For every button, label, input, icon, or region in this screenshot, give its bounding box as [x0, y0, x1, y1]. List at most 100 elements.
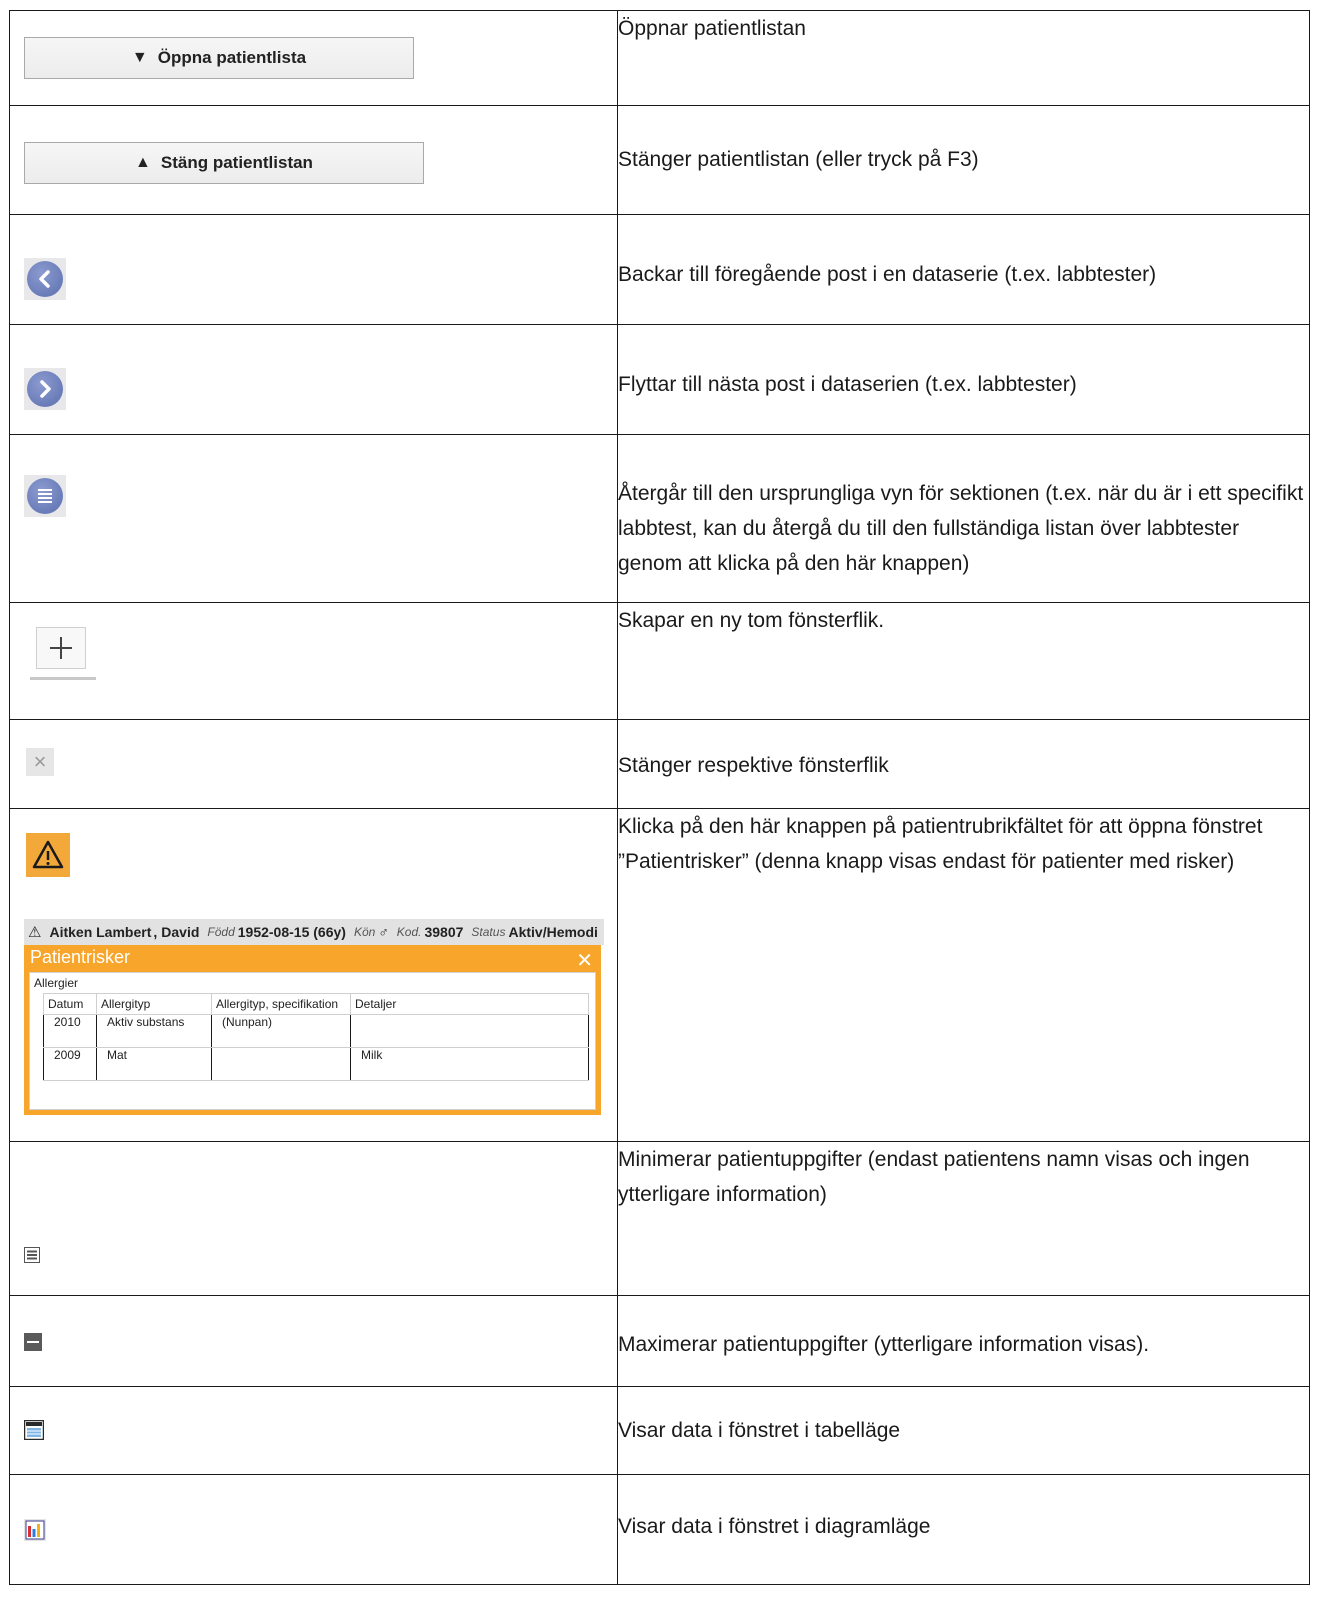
cell: (Nunpan) [211, 1014, 351, 1048]
table-row[interactable]: 2009 Mat Milk [43, 1047, 589, 1081]
column-header[interactable]: Datum [43, 993, 97, 1015]
description-cell: Minimerar patientuppgifter (endast patie… [617, 1141, 1310, 1296]
code-label: Kod. [396, 925, 422, 939]
description-text: Minimerar patientuppgifter (endast patie… [618, 1148, 1250, 1206]
close-tab-button[interactable]: × [26, 748, 54, 776]
born-value: 1952-08-15 (66y) [237, 924, 346, 940]
maximize-dash-icon[interactable] [24, 1333, 42, 1351]
icon-cell [9, 1474, 618, 1585]
back-to-list-button[interactable] [24, 475, 66, 517]
description-cell: Maximerar patientuppgifter (ytterligare … [617, 1295, 1310, 1387]
patient-risks-window: Patientrisker ✕ Allergier Datum Allergit… [24, 945, 601, 1115]
column-header[interactable]: Detaljer [350, 993, 589, 1015]
status-value: Aktiv/Hemodi [508, 924, 598, 940]
description-cell: Skapar en ny tom fönsterflik. [617, 602, 1310, 720]
table-row: Skapar en ny tom fönsterflik. [9, 602, 1310, 720]
table-row: Visar data i fönstret i tabelläge [9, 1386, 1310, 1475]
table-row: Flyttar till nästa post i dataserien (t.… [9, 324, 1310, 435]
patient-header-bar: ⚠ Aitken Lambert , David Född 1952-08-15… [24, 919, 604, 945]
icon-cell [9, 1295, 618, 1387]
chart-view-icon[interactable] [24, 1519, 46, 1541]
column-header[interactable]: Allergityp [96, 993, 212, 1015]
table-view-icon[interactable] [24, 1420, 44, 1440]
column-header[interactable]: Allergityp, specifikation [211, 993, 351, 1015]
patient-risks-button[interactable] [26, 833, 70, 877]
table-row: ▲ Stäng patientlistan Stänger patientlis… [9, 105, 1310, 215]
close-icon[interactable]: ✕ [576, 948, 593, 973]
minimize-lines-icon[interactable] [24, 1247, 40, 1263]
table-row: × Stänger respektive fönsterflik [9, 719, 1310, 809]
arrow-left-circle-icon [39, 270, 50, 288]
cell: Aktiv substans [96, 1014, 212, 1048]
section-label: Allergier [34, 976, 79, 990]
icon-cell: ▼ Öppna patientlista [9, 10, 618, 106]
sex-label: Kön [353, 925, 376, 939]
description-cell: Klicka på den här knappen på patientrubr… [617, 808, 1310, 1142]
new-tab-button[interactable] [36, 627, 86, 669]
table-row: Minimerar patientuppgifter (endast patie… [9, 1141, 1310, 1296]
description-text: Visar data i fönstret i diagramläge [618, 1515, 931, 1538]
table-row: Återgår till den ursprungliga vyn för se… [9, 434, 1310, 603]
close-x-icon: × [33, 749, 47, 774]
tab-underline [30, 677, 96, 680]
icon-cell [9, 214, 618, 325]
table-row: Maximerar patientuppgifter (ytterligare … [9, 1295, 1310, 1387]
cell [350, 1014, 589, 1048]
description-text: Öppnar patientlistan [618, 17, 806, 40]
status-label: Status [471, 925, 506, 939]
table-row: ▼ Öppna patientlista Öppnar patientlista… [9, 10, 1310, 106]
arrow-right-circle-icon [40, 380, 51, 398]
description-cell: Flyttar till nästa post i dataserien (t.… [617, 324, 1310, 435]
description-cell: Återgår till den ursprungliga vyn för se… [617, 434, 1310, 603]
description-cell: Backar till föregående post i en dataser… [617, 214, 1310, 325]
cell [211, 1047, 351, 1081]
description-cell: Öppnar patientlistan [617, 10, 1310, 106]
icon-cell [9, 1386, 618, 1475]
warning-icon [32, 840, 64, 869]
icon-cell: ⚠ Aitken Lambert , David Född 1952-08-15… [9, 808, 618, 1142]
risks-panel: Allergier Datum Allergityp Allergityp, s… [29, 972, 596, 1110]
list-circle-icon [38, 489, 52, 503]
code-value: 39807 [424, 924, 464, 940]
description-text: Visar data i fönstret i tabelläge [618, 1419, 901, 1442]
description-cell: Visar data i fönstret i tabelläge [617, 1386, 1310, 1475]
previous-record-button[interactable] [24, 258, 66, 300]
icon-cell [9, 434, 618, 603]
icon-cell [9, 1141, 618, 1296]
cell: 2009 [43, 1047, 97, 1081]
name-separator: , [153, 924, 158, 940]
icon-cell [9, 602, 618, 720]
triangle-down-icon: ▼ [131, 49, 148, 66]
next-record-button[interactable] [24, 368, 66, 410]
patient-surname: Aitken Lambert [49, 924, 152, 940]
cell: Milk [350, 1047, 589, 1081]
patient-risks-screenshot: ⚠ Aitken Lambert , David Född 1952-08-15… [24, 919, 604, 1117]
button-label: Öppna patientlista [157, 48, 307, 67]
sex-symbol: ♂ [378, 924, 389, 940]
born-label: Född [207, 925, 235, 939]
description-text: Skapar en ny tom fönsterflik. [618, 609, 885, 632]
description-cell: Stänger respektive fönsterflik [617, 719, 1310, 809]
icon-cell [9, 324, 618, 435]
description-cell: Visar data i fönstret i diagramläge [617, 1474, 1310, 1585]
description-text: Återgår till den ursprungliga vyn för se… [618, 482, 1304, 575]
description-cell: Stänger patientlistan (eller tryck på F3… [617, 105, 1310, 215]
description-text: Stänger respektive fönsterflik [618, 754, 889, 777]
open-patient-list-button[interactable]: ▼ Öppna patientlista [24, 37, 414, 79]
table-row: Visar data i fönstret i diagramläge [9, 1474, 1310, 1585]
reference-table: ▼ Öppna patientlista Öppnar patientlista… [9, 10, 1310, 1585]
icon-cell: × [9, 719, 618, 809]
description-text: Stänger patientlistan (eller tryck på F3… [618, 148, 979, 171]
eject-icon: ▲ [135, 154, 151, 171]
icon-cell: ▲ Stäng patientlistan [9, 105, 618, 215]
allergies-table: Datum Allergityp Allergityp, specifikati… [43, 993, 589, 1081]
table-row: ⚠ Aitken Lambert , David Född 1952-08-15… [9, 808, 1310, 1142]
description-text: Maximerar patientuppgifter (ytterligare … [618, 1333, 1150, 1356]
table-row: Backar till föregående post i en dataser… [9, 214, 1310, 325]
close-patient-list-button[interactable]: ▲ Stäng patientlistan [24, 142, 424, 184]
window-title: Patientrisker [30, 947, 131, 967]
warning-icon[interactable]: ⚠ [28, 923, 41, 941]
description-text: Klicka på den här knappen på patientrubr… [618, 815, 1263, 873]
button-label: Stäng patientlistan [160, 153, 313, 172]
table-row[interactable]: 2010 Aktiv substans (Nunpan) [43, 1014, 589, 1048]
